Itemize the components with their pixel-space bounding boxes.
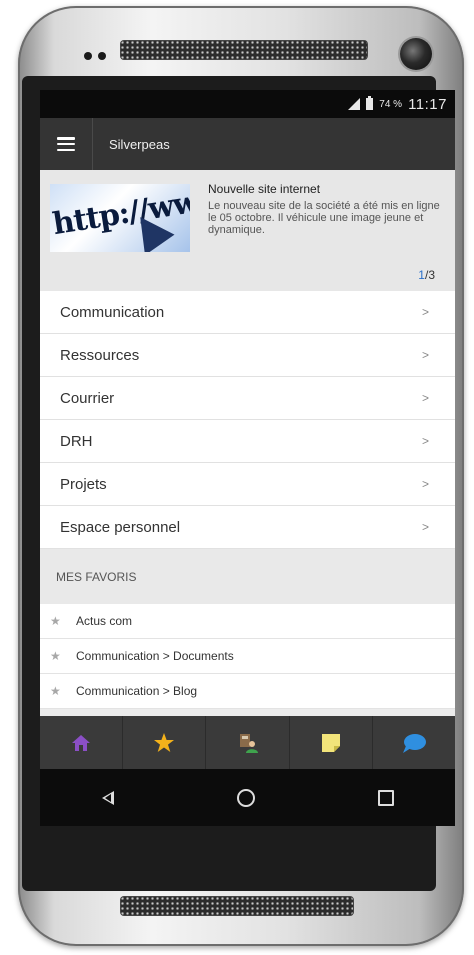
menu-item-espace-personnel[interactable]: Espace personnel > bbox=[40, 506, 455, 549]
favorite-item[interactable]: ★ Communication > Documents bbox=[40, 639, 455, 674]
favorites-header: MES FAVORIS bbox=[40, 549, 455, 604]
home-circle-icon[interactable] bbox=[236, 788, 255, 807]
menu-item-communication[interactable]: Communication > bbox=[40, 291, 455, 334]
chevron-right-icon: > bbox=[421, 434, 429, 448]
nav-favorites-button[interactable] bbox=[123, 716, 207, 769]
pager-indicator: 1/3 bbox=[418, 268, 435, 282]
pager-current: 1 bbox=[418, 268, 425, 282]
news-carousel[interactable]: http://www Nouvelle site internet Le nou… bbox=[40, 170, 455, 256]
news-thumbnail: http://www bbox=[50, 184, 190, 252]
menu-item-label: Projets bbox=[60, 475, 107, 493]
app-screen: 74 % 11:17 Silverpeas http://www Nouvell… bbox=[40, 90, 455, 826]
favorite-item[interactable]: ★ Actus com bbox=[40, 604, 455, 639]
menu-item-label: Ressources bbox=[60, 346, 140, 364]
sticky-note-icon bbox=[321, 733, 340, 752]
menu-item-ressources[interactable]: Ressources > bbox=[40, 334, 455, 377]
menu-item-label: Espace personnel bbox=[60, 518, 181, 536]
battery-percent: 74 % bbox=[379, 98, 403, 110]
chevron-right-icon: > bbox=[421, 348, 429, 362]
app-bar: Silverpeas bbox=[40, 118, 455, 170]
chat-bubble-icon bbox=[402, 733, 426, 753]
back-icon[interactable] bbox=[101, 790, 114, 805]
menu-item-drh[interactable]: DRH > bbox=[40, 420, 455, 463]
sensor-dot bbox=[84, 52, 92, 60]
menu-item-label: DRH bbox=[60, 432, 93, 450]
news-pager: 1/3 bbox=[40, 256, 455, 291]
news-summary: Le nouveau site de la société a été mis … bbox=[208, 200, 440, 236]
star-icon: ★ bbox=[50, 614, 61, 628]
app-title: Silverpeas bbox=[109, 136, 170, 152]
signal-icon bbox=[348, 98, 361, 110]
menu-item-label: Courrier bbox=[60, 389, 115, 407]
star-icon: ★ bbox=[50, 684, 61, 698]
main-menu: Communication > Ressources > Courrier > … bbox=[40, 291, 455, 549]
nav-home-button[interactable] bbox=[40, 716, 124, 769]
chevron-right-icon: > bbox=[421, 305, 429, 319]
battery-icon bbox=[366, 96, 374, 110]
chevron-right-icon: > bbox=[421, 520, 429, 534]
status-bar: 74 % 11:17 bbox=[40, 90, 455, 118]
pager-total: /3 bbox=[424, 268, 435, 282]
nav-contacts-button[interactable] bbox=[206, 716, 290, 769]
chevron-right-icon: > bbox=[421, 477, 429, 491]
bottom-speaker bbox=[120, 896, 354, 916]
contacts-icon bbox=[239, 733, 258, 753]
favorite-label: Actus com bbox=[76, 614, 133, 628]
menu-item-projets[interactable]: Projets > bbox=[40, 463, 455, 506]
menu-item-courrier[interactable]: Courrier > bbox=[40, 377, 455, 420]
home-icon bbox=[72, 734, 91, 751]
system-navigation-bar bbox=[40, 769, 455, 826]
favorite-label: Communication > Blog bbox=[76, 684, 198, 698]
star-icon: ★ bbox=[50, 649, 61, 663]
recent-apps-icon[interactable] bbox=[377, 789, 394, 806]
favorite-item[interactable]: ★ Communication > Blog bbox=[40, 674, 455, 709]
favorite-label: Communication > Documents bbox=[76, 649, 234, 663]
clock: 11:17 bbox=[408, 95, 447, 113]
menu-item-label: Communication bbox=[60, 303, 165, 321]
sensor-dot bbox=[98, 52, 106, 60]
front-camera-icon bbox=[400, 38, 432, 70]
menu-button[interactable] bbox=[40, 118, 93, 170]
news-title: Nouvelle site internet bbox=[208, 182, 321, 196]
earpiece-speaker bbox=[120, 40, 368, 60]
nav-chat-button[interactable] bbox=[373, 716, 455, 769]
star-icon bbox=[154, 732, 175, 752]
hamburger-menu-icon bbox=[57, 137, 75, 151]
bottom-navigation bbox=[40, 716, 455, 769]
nav-notes-button[interactable] bbox=[290, 716, 373, 769]
chevron-right-icon: > bbox=[421, 391, 429, 405]
